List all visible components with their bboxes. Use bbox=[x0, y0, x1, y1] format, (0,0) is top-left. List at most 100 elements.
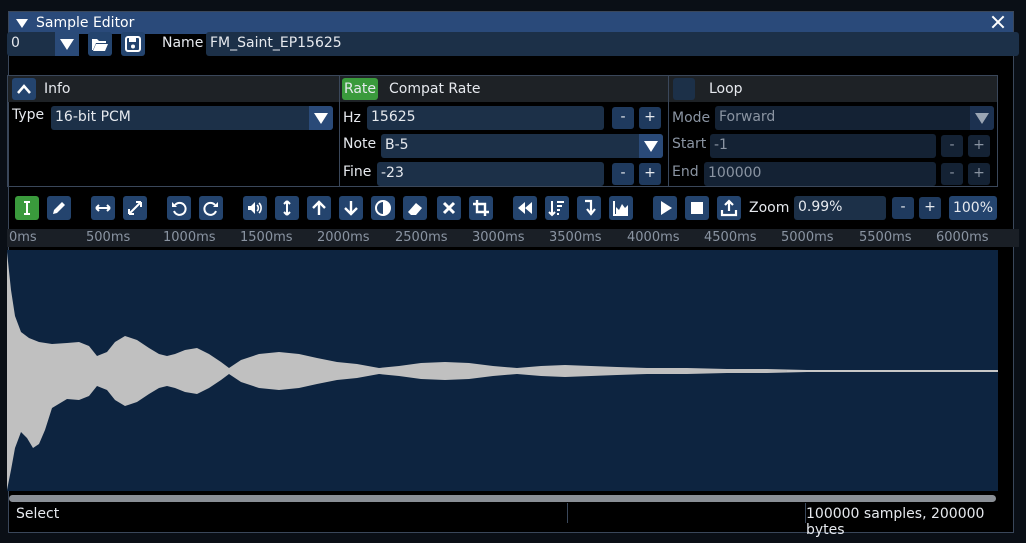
start-plus-button[interactable]: + bbox=[968, 135, 990, 157]
note-value: B-5 bbox=[385, 137, 409, 153]
select-icon bbox=[24, 201, 30, 215]
play-icon bbox=[661, 201, 672, 215]
waveform-toolbar: Zoom 0.99% - + 100% bbox=[7, 195, 1019, 221]
chevron-down-icon[interactable] bbox=[970, 106, 994, 130]
stop-icon bbox=[691, 202, 703, 214]
redo-button[interactable] bbox=[199, 196, 223, 220]
zoom-input[interactable]: 0.99% bbox=[794, 196, 886, 220]
close-icon[interactable] bbox=[989, 13, 1007, 31]
fine-label: Fine bbox=[343, 164, 372, 180]
sample-index-value: 0 bbox=[11, 35, 20, 51]
end-minus-button[interactable]: - bbox=[941, 163, 963, 185]
draw-tool-button[interactable] bbox=[47, 196, 71, 220]
end-plus-button[interactable]: + bbox=[968, 163, 990, 185]
sort-icon bbox=[548, 201, 564, 217]
rewind-icon bbox=[518, 202, 532, 214]
info-column: Info Type 16-bit PCM bbox=[8, 76, 340, 186]
status-mode: Select bbox=[16, 506, 60, 522]
note-select[interactable]: B-5 bbox=[381, 134, 663, 158]
status-bar: Select 100000 samples, 200000 bytes bbox=[0, 503, 1026, 538]
silence-button[interactable] bbox=[403, 196, 427, 220]
hz-input[interactable]: 15625 bbox=[367, 106, 604, 130]
rate-header: Rate Compat Rate bbox=[340, 76, 668, 102]
type-select[interactable]: 16-bit PCM bbox=[51, 106, 333, 130]
chevron-down-icon[interactable] bbox=[55, 32, 79, 56]
save-button[interactable] bbox=[121, 32, 145, 56]
top-row: 0 Name FM_Saint_EP15625 bbox=[7, 31, 1019, 57]
reverse-button[interactable] bbox=[513, 196, 537, 220]
start-minus-button[interactable]: - bbox=[941, 135, 963, 157]
horizontal-scrollbar[interactable] bbox=[7, 494, 998, 504]
collapse-info-button[interactable] bbox=[12, 78, 36, 100]
loop-title: Loop bbox=[709, 81, 743, 97]
scrollbar-thumb[interactable] bbox=[9, 495, 996, 502]
ruler-tick: 6000ms bbox=[936, 230, 989, 245]
ruler-tick: 1000ms bbox=[163, 230, 216, 245]
collapse-icon[interactable] bbox=[16, 18, 28, 28]
resample-button[interactable] bbox=[123, 196, 147, 220]
resize-button[interactable] bbox=[91, 196, 115, 220]
zoom-label: Zoom bbox=[749, 200, 790, 216]
sample-index-combo[interactable]: 0 bbox=[7, 32, 79, 56]
arrow-down-icon bbox=[344, 201, 358, 216]
ruler-tick: 5500ms bbox=[859, 230, 912, 245]
hz-plus-button[interactable]: + bbox=[639, 107, 661, 129]
tab-compat-rate[interactable]: Compat Rate bbox=[389, 81, 481, 97]
trim-button[interactable] bbox=[469, 196, 493, 220]
end-input[interactable]: 100000 bbox=[704, 162, 936, 186]
end-label: End bbox=[672, 164, 699, 180]
ruler-tick: 3000ms bbox=[472, 230, 525, 245]
status-divider bbox=[567, 503, 568, 523]
ruler-tick: 500ms bbox=[86, 230, 131, 245]
fade-in-button[interactable] bbox=[307, 196, 331, 220]
zoom-in-button[interactable]: + bbox=[919, 197, 941, 219]
expand-icon bbox=[128, 201, 142, 215]
filter-button[interactable] bbox=[545, 196, 569, 220]
normalize-button[interactable] bbox=[275, 196, 299, 220]
ruler-tick: 2000ms bbox=[317, 230, 370, 245]
mode-select[interactable]: Forward bbox=[715, 106, 994, 130]
ruler-tick: 3500ms bbox=[549, 230, 602, 245]
window-title: Sample Editor bbox=[36, 15, 135, 31]
start-label: Start bbox=[672, 136, 707, 152]
tab-rate[interactable]: Rate bbox=[342, 78, 378, 100]
hz-minus-button[interactable]: - bbox=[612, 107, 634, 129]
type-value: 16-bit PCM bbox=[55, 109, 131, 125]
redo-icon bbox=[203, 201, 218, 216]
name-input[interactable]: FM_Saint_EP15625 bbox=[206, 32, 1019, 56]
ruler-tick: 4500ms bbox=[704, 230, 757, 245]
fine-plus-button[interactable]: + bbox=[639, 163, 661, 185]
amplify-button[interactable] bbox=[243, 196, 267, 220]
hz-label: Hz bbox=[343, 110, 361, 126]
synth-button[interactable] bbox=[609, 196, 633, 220]
status-info: 100000 samples, 200000 bytes bbox=[806, 506, 985, 538]
export-button[interactable] bbox=[717, 196, 741, 220]
end-value: 100000 bbox=[708, 165, 762, 181]
chevron-down-icon[interactable] bbox=[639, 134, 663, 158]
select-tool-button[interactable] bbox=[15, 196, 39, 220]
start-value: -1 bbox=[714, 137, 728, 153]
play-button[interactable] bbox=[653, 196, 677, 220]
fine-input[interactable]: -23 bbox=[377, 162, 604, 186]
insert-button[interactable] bbox=[577, 196, 601, 220]
ruler-tick: 0ms bbox=[9, 230, 37, 245]
zoom-out-button[interactable]: - bbox=[892, 197, 914, 219]
upload-icon bbox=[720, 199, 738, 217]
fade-out-button[interactable] bbox=[339, 196, 363, 220]
info-header: Info bbox=[8, 76, 339, 102]
name-label: Name bbox=[162, 35, 204, 51]
fine-minus-button[interactable]: - bbox=[612, 163, 634, 185]
waveform-view[interactable] bbox=[7, 250, 998, 491]
delete-button[interactable] bbox=[437, 196, 461, 220]
undo-button[interactable] bbox=[167, 196, 191, 220]
volume-icon bbox=[248, 202, 262, 214]
ruler-tick: 2500ms bbox=[395, 230, 448, 245]
loop-checkbox[interactable] bbox=[673, 78, 695, 100]
start-input[interactable]: -1 bbox=[710, 134, 936, 158]
open-button[interactable] bbox=[88, 32, 112, 56]
invert-button[interactable] bbox=[371, 196, 395, 220]
chevron-down-icon[interactable] bbox=[309, 106, 333, 130]
chart-icon bbox=[613, 201, 628, 216]
zoom-reset-button[interactable]: 100% bbox=[949, 196, 997, 220]
stop-button[interactable] bbox=[685, 196, 709, 220]
